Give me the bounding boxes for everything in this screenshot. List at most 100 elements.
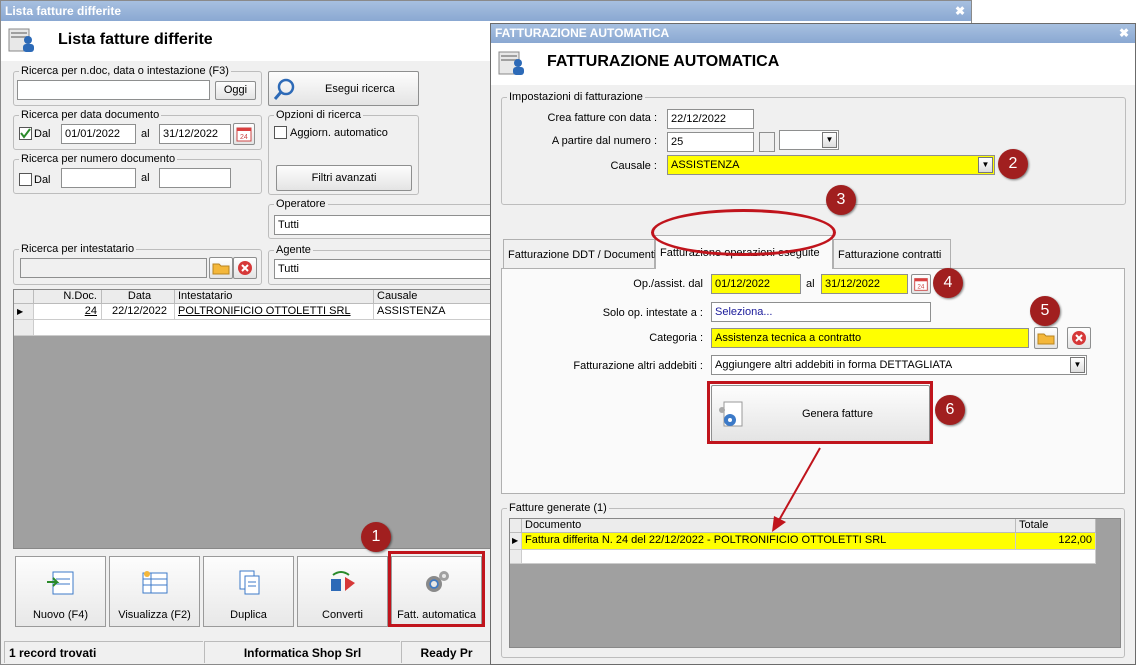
table-cell-ndoc[interactable]: 24 [34,304,102,320]
number-to-input[interactable] [159,168,231,188]
new-button-label: Nuovo (F4) [32,609,89,621]
search-button[interactable]: Esegui ricerca [268,71,419,106]
create-date-input[interactable]: 22/12/2022 [667,109,754,129]
causale-select[interactable]: ASSISTENZA ▼ [667,155,995,175]
other-charges-label: Fatturazione altri addebiti : [573,360,703,372]
table-cell-holder[interactable]: POLTRONIFICIO OTTOLETTI SRL [175,304,374,320]
row-indicator[interactable]: ▶ [510,533,522,550]
number-series-field [759,132,775,152]
callout-2: 2 [998,149,1028,179]
convert-button[interactable]: Converti [297,556,388,627]
op-dates-to-label: al [806,278,815,290]
main-titlebar: Lista fatture differite ✖ [1,1,971,21]
dialog-header: FATTURAZIONE AUTOMATICA [491,43,1135,85]
calendar-icon[interactable]: 24 [233,123,255,145]
generated-document-cell[interactable]: Fattura differita N. 24 del 22/12/2022 -… [522,533,1016,550]
op-date-from-input[interactable]: 01/12/2022 [711,274,801,294]
arrow-icon [772,447,821,532]
convert-icon [330,571,355,591]
new-document-icon [46,571,73,595]
number-from-input[interactable] [61,168,136,188]
duplicate-icon [239,570,259,595]
new-row-indicator [510,550,522,564]
generated-table: Documento Totale ▶ Fattura differita N. … [509,518,1121,648]
calendar-icon[interactable]: 24 [911,274,931,294]
check-icon [20,128,31,139]
new-button[interactable]: Nuovo (F4) [15,556,106,627]
svg-text:24: 24 [917,284,925,291]
operator-select[interactable]: Tutti [274,215,504,235]
holder-input[interactable] [20,258,207,278]
callout-5: 5 [1030,296,1060,326]
number-to-label: al [141,172,150,184]
auto-update-label: Aggiorn. automatico [290,127,388,139]
date-from-label: Dal [34,128,51,140]
number-suffix-select[interactable]: ▼ [779,130,839,150]
date-checkbox[interactable] [19,127,32,140]
close-icon[interactable]: ✖ [955,1,965,21]
auto-update-checkbox[interactable] [274,126,287,139]
op-dates-label: Op./assist. dal [633,278,703,290]
folder-icon[interactable] [209,257,233,279]
invoice-user-icon [498,51,524,75]
start-number-label: A partire dal numero : [551,135,657,147]
clear-icon[interactable] [233,257,257,279]
column-header[interactable]: Intestatario [175,290,374,304]
chevron-down-icon: ▼ [1070,357,1085,373]
column-header[interactable]: N.Doc. [34,290,102,304]
date-to-input[interactable]: 31/12/2022 [159,124,231,144]
start-number-input[interactable]: 25 [667,132,754,152]
op-date-to-input[interactable]: 31/12/2022 [821,274,908,294]
generated-group-label: Fatture generate (1) [507,502,609,514]
date-from-input[interactable]: 01/01/2022 [61,124,136,144]
view-table-icon [142,571,167,594]
column-header[interactable]: Causale [374,290,509,304]
callout-3: 3 [826,185,856,215]
column-header[interactable]: Data [102,290,175,304]
status-records: 1 record trovati [4,641,203,663]
table-cell-date[interactable]: 22/12/2022 [102,304,175,320]
number-from-label: Dal [34,174,51,186]
table-cell-causale[interactable]: ASSISTENZA [374,304,509,320]
date-to-label: al [141,128,150,140]
agent-label: Agente [274,244,313,256]
new-row[interactable] [522,550,1096,564]
status-ready: Ready Pr [401,641,491,663]
agent-select[interactable]: Tutti [274,259,504,279]
view-button[interactable]: Visualizza (F2) [109,556,200,627]
tab-contracts[interactable]: Fatturazione contratti [833,239,951,268]
clear-icon[interactable] [1067,327,1091,349]
other-charges-select[interactable]: Aggiungere altri addebiti in forma DETTA… [711,355,1087,375]
chevron-down-icon: ▼ [978,157,993,173]
row-indicator-header [510,519,522,533]
other-charges-value: Aggiungere altri addebiti in forma DETTA… [715,359,953,371]
invoice-user-icon [8,28,34,52]
operator-label: Operatore [274,198,328,210]
new-row-indicator [14,320,34,336]
documents-table: N.Doc. Data Intestatario Causale ▶ 24 22… [13,289,509,549]
advanced-filters-button[interactable]: Filtri avanzati [276,165,412,191]
search-button-label: Esegui ricerca [325,83,395,95]
folder-icon[interactable] [1034,327,1058,349]
convert-button-label: Converti [322,609,363,621]
close-icon[interactable]: ✖ [1119,24,1129,43]
today-button[interactable]: Oggi [215,81,256,100]
column-header[interactable]: Totale [1016,519,1096,533]
date-group-label: Ricerca per data documento [19,109,162,121]
dialog-titlebar: FATTURAZIONE AUTOMATICA ✖ [491,24,1135,43]
number-checkbox[interactable] [19,173,32,186]
row-indicator-header [14,290,34,304]
category-label: Categoria : [649,332,703,344]
generated-total-cell[interactable]: 122,00 [1016,533,1096,550]
settings-group-label: Impostazioni di fatturazione [507,91,645,103]
row-indicator[interactable]: ▶ [14,304,34,320]
duplicate-button[interactable]: Duplica [203,556,294,627]
new-row[interactable] [34,320,509,336]
category-input[interactable]: Assistenza tecnica a contratto [711,328,1029,348]
tab-ddt-documents[interactable]: Fatturazione DDT / Documenti [503,239,656,268]
page-title: Lista fatture differite [58,31,213,48]
magnifier-icon [273,78,295,100]
chevron-down-icon: ▼ [822,132,837,148]
op-holder-input[interactable]: Seleziona... [711,302,931,322]
search-input[interactable] [17,80,210,100]
